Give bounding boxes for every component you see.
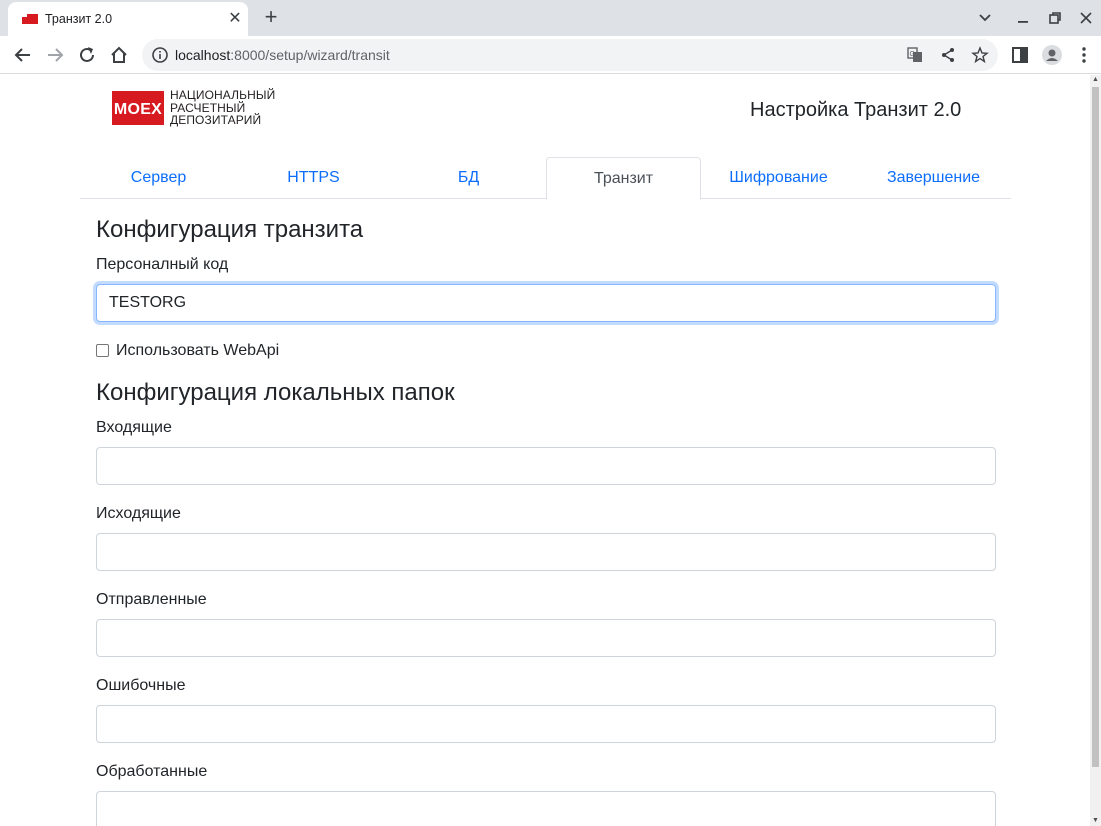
incoming-label: Входящие <box>96 419 172 436</box>
translate-icon[interactable]: G <box>906 46 924 64</box>
url-host: localhost <box>175 47 231 63</box>
transit-config-heading: Конфигурация транзита <box>96 216 364 243</box>
tab-https[interactable]: HTTPS <box>236 157 391 199</box>
personal-code-input[interactable] <box>96 284 996 322</box>
close-tab-icon[interactable]: ✕ <box>226 10 244 28</box>
sent-folder-input[interactable] <box>96 619 996 657</box>
tab-finish[interactable]: Завершение <box>856 157 1011 199</box>
reload-icon[interactable] <box>76 44 98 66</box>
use-webapi-label[interactable]: Использовать WebApi <box>116 342 279 360</box>
tab-encryption[interactable]: Шифрование <box>701 157 856 199</box>
outgoing-label: Исходящие <box>96 505 181 522</box>
tab-transit[interactable]: Транзит <box>546 157 701 200</box>
url-path: :8000/setup/wizard/transit <box>230 47 390 63</box>
profile-avatar-icon[interactable] <box>1041 44 1063 66</box>
processed-label: Обработанные <box>96 763 208 780</box>
page-scrollbar[interactable]: ▲ ▼ <box>1090 75 1101 826</box>
outgoing-folder-input[interactable] <box>96 533 996 571</box>
error-folder-input[interactable] <box>96 705 996 743</box>
restore-icon[interactable] <box>1045 8 1065 28</box>
page-title: Настройка Транзит 2.0 <box>750 99 962 121</box>
url-text[interactable]: localhost:8000/setup/wizard/transit <box>175 47 390 63</box>
scroll-down-icon[interactable]: ▼ <box>1090 816 1101 826</box>
error-label: Ошибочные <box>96 677 186 694</box>
logo-badge-text: MOEX <box>113 101 163 118</box>
local-folders-heading: Конфигурация локальных папок <box>96 379 455 406</box>
tab-server[interactable]: Сервер <box>81 157 236 199</box>
share-icon[interactable] <box>939 46 957 64</box>
back-arrow-icon[interactable] <box>12 44 34 66</box>
incoming-folder-input[interactable] <box>96 447 996 485</box>
logo-wordmark: НАЦИОНАЛЬНЫЙ РАСЧЕТНЫЙ ДЕПОЗИТАРИЙ <box>170 89 275 127</box>
scrollbar-thumb[interactable] <box>1092 87 1099 767</box>
moex-favicon-icon <box>22 14 38 24</box>
sent-label: Отправленные <box>96 591 207 608</box>
bookmark-star-icon[interactable] <box>971 46 989 64</box>
forward-arrow-icon[interactable] <box>44 44 66 66</box>
use-webapi-checkbox[interactable] <box>96 344 109 357</box>
browser-tab-strip: Транзит 2.0 ✕ + <box>0 0 1101 36</box>
wizard-tabs: Сервер HTTPS БД Транзит Шифрование Завер… <box>80 157 1011 200</box>
browser-tab-title: Транзит 2.0 <box>45 12 113 26</box>
personal-code-label: Персоналный код <box>96 256 229 273</box>
browser-tab[interactable]: Транзит 2.0 ✕ <box>8 2 248 36</box>
processed-folder-input[interactable] <box>96 791 996 826</box>
tab-db[interactable]: БД <box>391 157 546 199</box>
close-window-icon[interactable] <box>1076 8 1096 28</box>
logo-line-1: НАЦИОНАЛЬНЫЙ <box>170 88 276 102</box>
page-content: MOEX НАЦИОНАЛЬНЫЙ РАСЧЕТНЫЙ ДЕПОЗИТАРИЙ … <box>0 75 1090 826</box>
tab-search-chevron-icon[interactable] <box>975 8 995 28</box>
logo-line-3: ДЕПОЗИТАРИЙ <box>170 113 262 127</box>
side-panel-icon[interactable] <box>1009 44 1031 66</box>
scroll-up-icon[interactable]: ▲ <box>1090 75 1101 85</box>
address-bar[interactable]: localhost:8000/setup/wizard/transit G <box>142 39 998 71</box>
home-icon[interactable] <box>108 44 130 66</box>
browser-menu-icon[interactable] <box>1073 44 1095 66</box>
site-info-icon[interactable] <box>151 46 169 64</box>
minimize-icon[interactable] <box>1013 8 1033 28</box>
new-tab-icon[interactable]: + <box>260 6 282 28</box>
browser-toolbar: localhost:8000/setup/wizard/transit G <box>0 36 1101 74</box>
logo-badge: MOEX <box>112 91 164 125</box>
svg-text:G: G <box>910 51 915 58</box>
